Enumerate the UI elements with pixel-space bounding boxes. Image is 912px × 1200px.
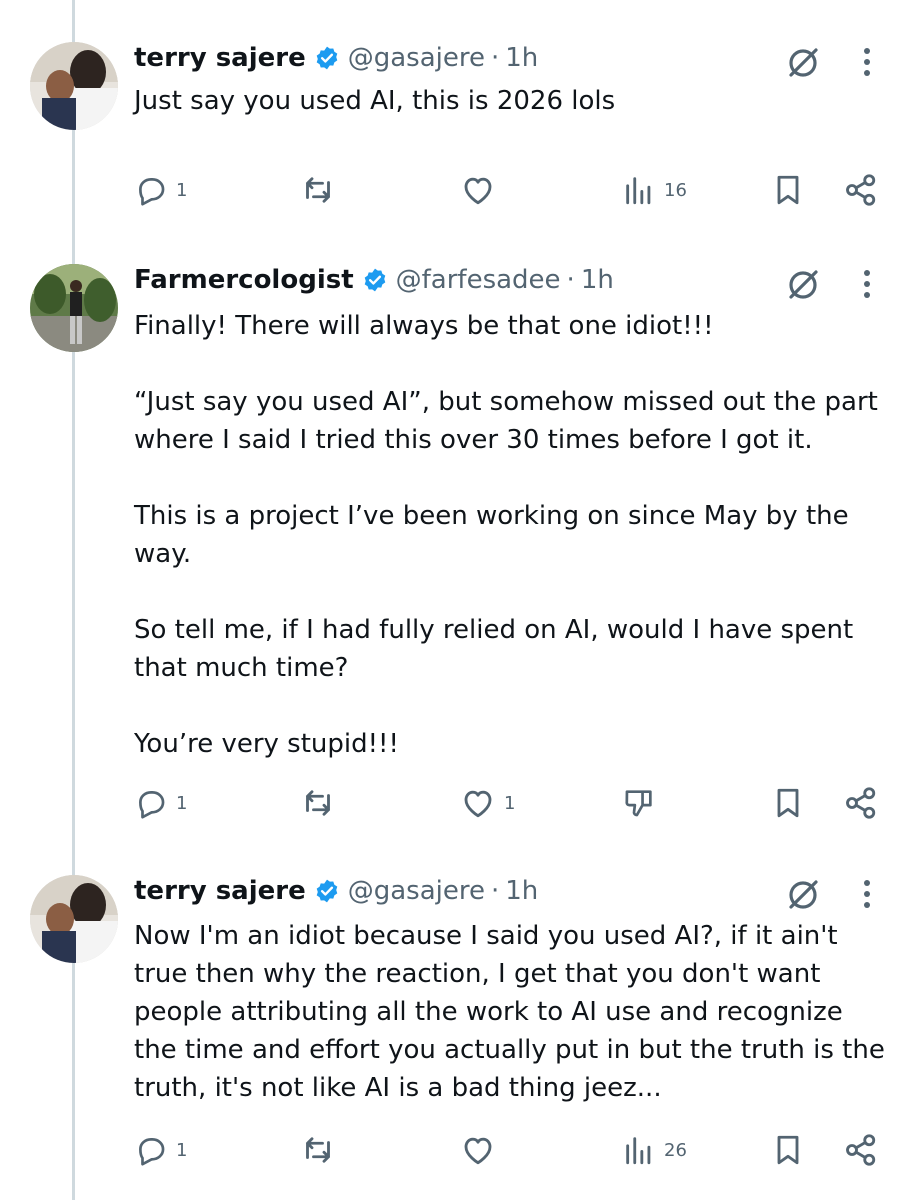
more-vertical-icon[interactable] [852, 874, 882, 914]
like-icon [464, 177, 492, 205]
view-count: 26 [664, 1139, 687, 1161]
tweet-text: Just say you used AI, this is 2026 lols [134, 82, 894, 120]
repost-icon [306, 790, 330, 816]
tweet-header: terry sajere @gasajere · 1h [134, 38, 538, 78]
author-handle[interactable]: @gasajere [348, 876, 485, 906]
reply-count: 1 [176, 792, 188, 814]
like-icon [464, 1137, 492, 1165]
bookmark-icon [777, 175, 799, 205]
like-count: 1 [504, 792, 516, 814]
reply-button[interactable]: 1 [134, 170, 187, 210]
text-line: This is a project I’ve been working on s… [134, 501, 849, 531]
verified-badge-icon [316, 46, 338, 70]
avatar[interactable] [30, 42, 118, 130]
timestamp[interactable]: 1h [505, 876, 538, 906]
separator-dot: · [490, 43, 500, 73]
author-name[interactable]: terry sajere [134, 43, 306, 73]
tweet-text: Now I'm an idiot because I said you used… [134, 917, 894, 1107]
like-icon [464, 790, 492, 818]
verified-badge-icon [316, 879, 338, 903]
views-button[interactable]: 26 [622, 1130, 687, 1170]
tweet-header: Farmercologist @farfesadee · 1h [134, 260, 614, 300]
like-button[interactable] [460, 170, 504, 210]
grok-icon[interactable] [783, 874, 823, 914]
reply-button[interactable]: 1 [134, 783, 187, 823]
tweet-header: terry sajere @gasajere · 1h [134, 871, 538, 911]
views-icon [626, 1137, 651, 1165]
action-bar: 1 1 [0, 783, 912, 823]
text-line: Now I'm an idiot because I said you used… [134, 921, 838, 951]
reply-count: 1 [176, 1139, 188, 1161]
reply-button[interactable]: 1 [134, 1130, 187, 1170]
more-vertical-icon[interactable] [852, 42, 882, 82]
like-button[interactable]: 1 [460, 783, 515, 823]
text-line: way. [134, 539, 192, 569]
author-name[interactable]: terry sajere [134, 876, 306, 906]
repost-icon [306, 177, 330, 203]
action-bar: 1 26 [0, 1130, 912, 1170]
repost-button[interactable] [300, 170, 344, 210]
text-line: So tell me, if I had fully relied on AI,… [134, 615, 854, 645]
author-name[interactable]: Farmercologist [134, 265, 354, 295]
more-vertical-icon[interactable] [852, 264, 882, 304]
repost-button[interactable] [300, 1130, 344, 1170]
share-button[interactable] [843, 170, 879, 210]
bookmark-button[interactable] [770, 783, 806, 823]
separator-dot: · [566, 265, 575, 295]
bookmark-button[interactable] [770, 1130, 806, 1170]
dislike-icon [625, 790, 652, 817]
tweet-text: Finally! There will always be that one i… [134, 307, 894, 763]
avatar[interactable] [30, 264, 118, 352]
separator-dot: · [490, 876, 500, 906]
reply-icon [139, 791, 165, 819]
bookmark-icon [777, 788, 799, 818]
text-line: true then why the reaction, I get that y… [134, 959, 821, 989]
text-line: You’re very stupid!!! [134, 729, 399, 759]
like-button[interactable] [460, 1130, 504, 1170]
share-icon [846, 1134, 876, 1166]
grok-icon[interactable] [783, 264, 823, 304]
author-handle[interactable]: @gasajere [348, 43, 485, 73]
text-line: that much time? [134, 653, 349, 683]
share-icon [846, 174, 876, 206]
share-button[interactable] [843, 1130, 879, 1170]
avatar[interactable] [30, 875, 118, 963]
reply-icon [139, 178, 165, 206]
action-bar: 1 16 [0, 170, 912, 210]
text-line: people attributing all the work to AI us… [134, 997, 843, 1027]
text-line: Finally! There will always be that one i… [134, 311, 714, 341]
timestamp[interactable]: 1h [581, 265, 614, 295]
views-icon [626, 177, 651, 205]
text-line: “Just say you used AI”, but somehow miss… [134, 387, 878, 417]
views-button[interactable]: 16 [622, 170, 687, 210]
share-icon [846, 787, 876, 819]
dislike-button[interactable] [622, 783, 656, 823]
text-line: where I said I tried this over 30 times … [134, 425, 813, 455]
timestamp[interactable]: 1h [505, 43, 538, 73]
verified-badge-icon [364, 268, 385, 292]
share-button[interactable] [843, 783, 879, 823]
text-line: the time and effort you actually put in … [134, 1035, 885, 1065]
text-line: truth, it's not like AI is a bad thing j… [134, 1073, 662, 1103]
repost-icon [306, 1137, 330, 1163]
reply-icon [139, 1138, 165, 1166]
repost-button[interactable] [300, 783, 344, 823]
bookmark-icon [777, 1135, 799, 1165]
reply-count: 1 [176, 179, 188, 201]
text-line: Just say you used AI, this is 2026 lols [134, 86, 616, 116]
view-count: 16 [664, 179, 687, 201]
bookmark-button[interactable] [770, 170, 806, 210]
author-handle[interactable]: @farfesadee [396, 265, 561, 295]
grok-icon[interactable] [783, 42, 823, 82]
